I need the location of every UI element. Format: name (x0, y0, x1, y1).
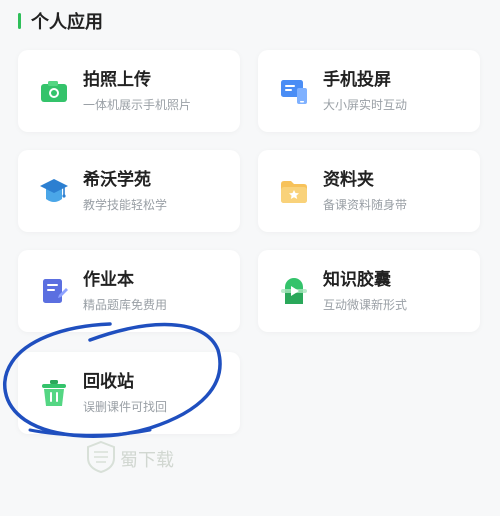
app-title: 拍照上传 (83, 70, 151, 90)
app-subtitle: 互动微课新形式 (323, 298, 408, 312)
watermark-text: 蜀下载 (120, 450, 174, 471)
app-title: 希沃学苑 (83, 170, 151, 190)
folder-icon (281, 181, 307, 203)
notebook-icon (43, 279, 68, 303)
watermark-shield-logo (87, 440, 115, 474)
app-subtitle: 备课资料随身带 (323, 198, 408, 212)
capsule-play-icon (281, 278, 307, 304)
app-subtitle: 教学技能轻松学 (83, 198, 168, 212)
graduation-cap-icon (40, 179, 68, 202)
app-card-recycle-bin[interactable]: 回收站 误删课件可找回 (18, 352, 240, 434)
app-card-photo-upload[interactable]: 拍照上传 一体机展示手机照片 (18, 50, 240, 132)
app-title: 手机投屏 (323, 70, 391, 90)
app-subtitle: 一体机展示手机照片 (83, 98, 192, 112)
trash-icon (42, 380, 66, 406)
section-accent-bar (18, 13, 21, 29)
app-subtitle: 误删课件可找回 (83, 400, 168, 414)
app-title: 知识胶囊 (323, 270, 391, 290)
camera-icon (41, 81, 67, 102)
app-card-seewo-academy[interactable]: 希沃学苑 教学技能轻松学 (18, 150, 240, 232)
app-title: 回收站 (83, 372, 134, 392)
app-card-knowledge-capsule[interactable]: 知识胶囊 互动微课新形式 (258, 250, 480, 332)
app-subtitle: 大小屏实时互动 (323, 98, 408, 112)
screen-cast-icon (281, 80, 307, 104)
app-subtitle: 精品题库免费用 (83, 298, 168, 312)
section-header: 个人应用 (18, 6, 103, 36)
app-card-homework[interactable]: 作业本 精品题库免费用 (18, 250, 240, 332)
app-title: 作业本 (83, 270, 134, 290)
app-card-folder[interactable]: 资料夹 备课资料随身带 (258, 150, 480, 232)
app-card-screen-cast[interactable]: 手机投屏 大小屏实时互动 (258, 50, 480, 132)
app-title: 资料夹 (323, 170, 374, 190)
section-title: 个人应用 (31, 12, 103, 33)
